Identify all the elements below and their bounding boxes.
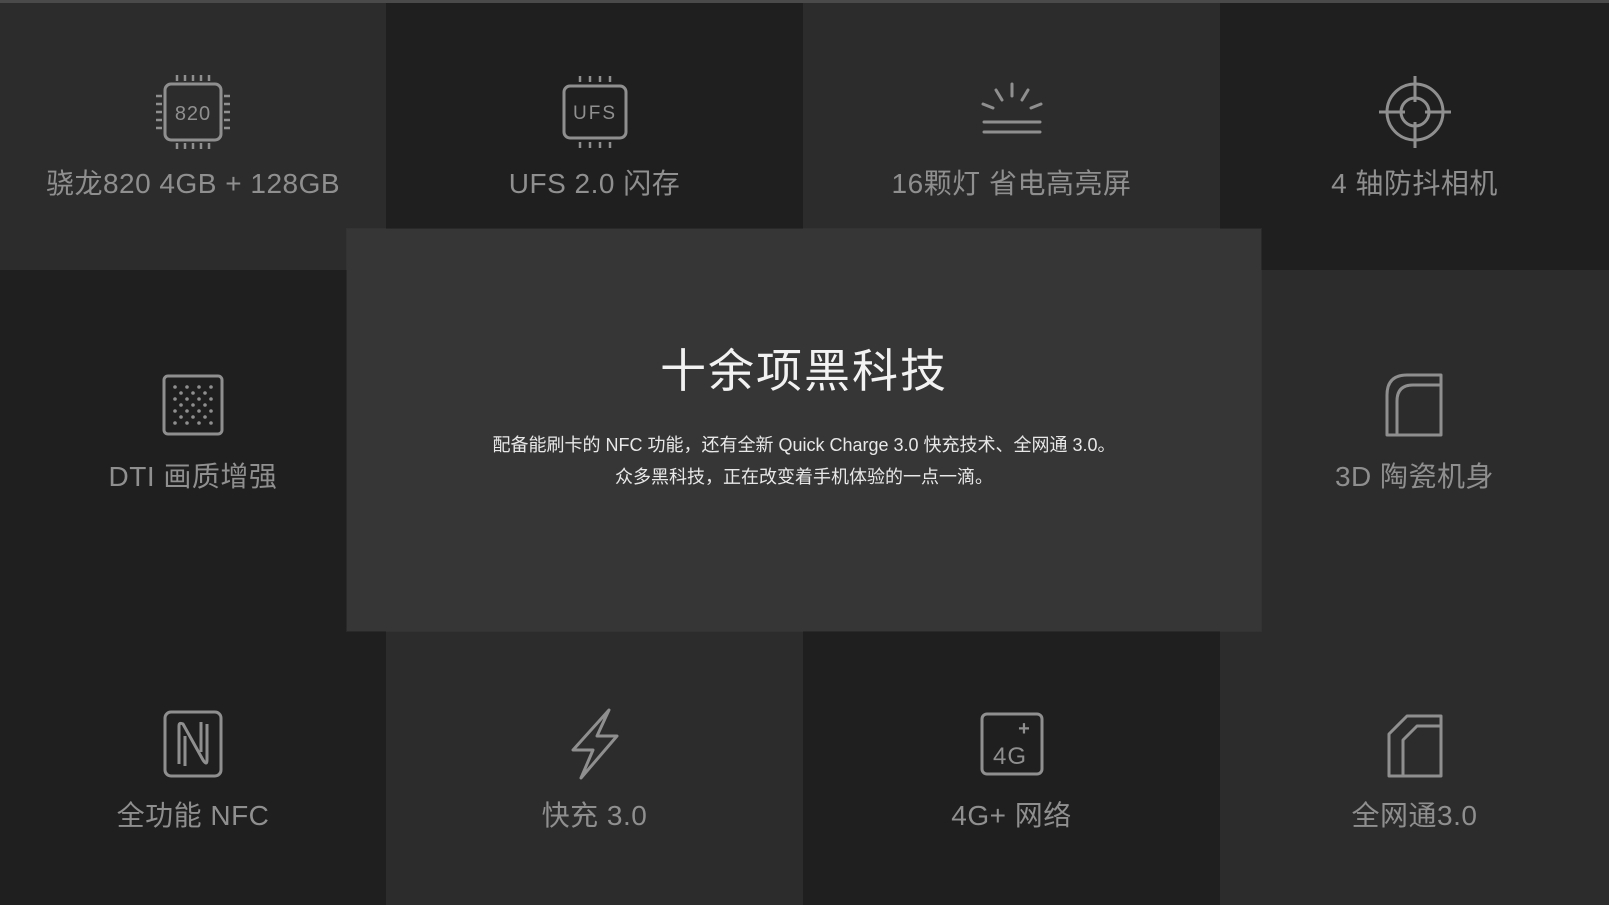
cpu-chip-icon: 820 <box>153 72 233 152</box>
chip-text: 820 <box>175 103 211 125</box>
overlay-description-line-1: 配备能刷卡的 NFC 功能，还有全新 Quick Charge 3.0 快充技术… <box>492 435 1116 455</box>
nfc-icon <box>153 704 233 784</box>
feature-label: 4G+ 网络 <box>951 800 1072 831</box>
feature-full-network: 全网通3.0 <box>1220 590 1609 905</box>
feature-grid-page: 820 骁龙820 4GB + 128GB UFS UFS 2.0 闪存 16颗… <box>0 0 1609 905</box>
feature-label: 全功能 NFC <box>116 800 270 831</box>
feature-label: 3D 陶瓷机身 <box>1334 461 1495 492</box>
overlay-title: 十余项黑科技 <box>660 345 948 397</box>
icon-plus-text: + <box>1018 718 1030 740</box>
feature-label: DTI 画质增强 <box>108 461 278 492</box>
feature-label: 4 轴防抖相机 <box>1331 167 1498 199</box>
feature-snapdragon: 820 骁龙820 4GB + 128GB <box>0 3 386 270</box>
feature-4g: + 4G 4G+ 网络 <box>803 590 1220 905</box>
overlay-description-line-2: 众多黑科技，正在改变着手机体验的一点一滴。 <box>615 467 993 487</box>
4g-plus-icon: + 4G <box>972 704 1052 784</box>
lightning-bolt-icon <box>555 704 635 784</box>
crosshair-camera-icon <box>1375 72 1455 152</box>
chip-text: UFS <box>573 103 617 124</box>
feature-quickcharge: 快充 3.0 <box>386 590 803 905</box>
pixel-grid-icon <box>153 365 233 445</box>
feature-nfc: 全功能 NFC <box>0 590 386 905</box>
ceramic-body-icon <box>1375 365 1455 445</box>
feature-label: 快充 3.0 <box>541 800 648 831</box>
feature-label: 16颗灯 省电高亮屏 <box>891 167 1132 199</box>
feature-camera: 4 轴防抖相机 <box>1220 3 1609 270</box>
icon-4g-text: 4G <box>992 743 1026 770</box>
feature-label: 全网通3.0 <box>1351 800 1478 831</box>
feature-label: 骁龙820 4GB + 128GB <box>45 167 341 199</box>
ufs-storage-icon: UFS <box>555 72 635 152</box>
feature-dti: DTI 画质增强 <box>0 270 386 590</box>
sim-card-icon <box>1375 704 1455 784</box>
feature-ceramic: 3D 陶瓷机身 <box>1220 270 1609 590</box>
screen-light-icon <box>972 72 1052 152</box>
black-tech-overlay: 十余项黑科技 配备能刷卡的 NFC 功能，还有全新 Quick Charge 3… <box>347 229 1261 631</box>
feature-label: UFS 2.0 闪存 <box>508 167 681 199</box>
